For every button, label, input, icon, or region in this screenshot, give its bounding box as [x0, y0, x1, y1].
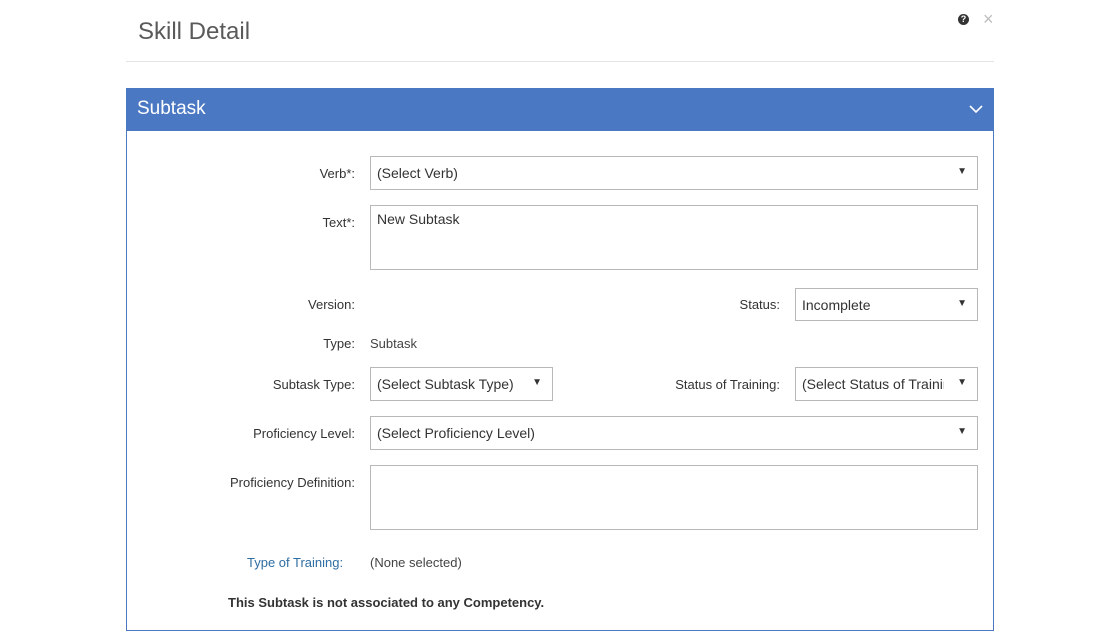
status-of-training-value: (Select Status of Training)	[802, 376, 944, 392]
title-divider	[126, 61, 994, 62]
status-label: Status:	[739, 297, 780, 312]
chevron-down-icon[interactable]	[968, 101, 984, 117]
type-value: Subtask	[370, 336, 417, 351]
verb-value: (Select Verb)	[377, 165, 458, 181]
proficiency-definition-label: Proficiency Definition:	[230, 475, 355, 490]
proficiency-definition-textarea[interactable]	[370, 465, 978, 530]
proficiency-level-label: Proficiency Level:	[253, 426, 355, 441]
subtask-type-select[interactable]: (Select Subtask Type) ▼	[370, 367, 553, 401]
text-textarea[interactable]: New Subtask	[370, 205, 978, 270]
status-value: Incomplete	[802, 297, 871, 313]
dropdown-arrow-icon: ▼	[532, 377, 542, 388]
proficiency-level-value: (Select Proficiency Level)	[377, 425, 535, 441]
type-label: Type:	[323, 336, 355, 351]
subtask-type-label: Subtask Type:	[272, 377, 355, 392]
verb-select[interactable]: (Select Verb) ▼	[370, 156, 978, 190]
status-of-training-select[interactable]: (Select Status of Training) ▼	[795, 367, 978, 401]
dropdown-arrow-icon: ▼	[957, 377, 967, 388]
competency-note: This Subtask is not associated to any Co…	[228, 595, 545, 610]
status-select[interactable]: Incomplete ▼	[795, 288, 978, 321]
dropdown-arrow-icon: ▼	[957, 298, 967, 309]
text-label: Text*:	[322, 215, 355, 230]
dropdown-arrow-icon: ▼	[957, 166, 967, 177]
panel-header[interactable]: Subtask	[126, 88, 994, 131]
help-icon[interactable]: ?	[958, 14, 969, 25]
verb-label: Verb*:	[319, 166, 355, 181]
text-value: New Subtask	[377, 211, 460, 227]
type-of-training-link[interactable]: Type of Training:	[247, 555, 343, 570]
proficiency-level-select[interactable]: (Select Proficiency Level) ▼	[370, 416, 978, 450]
status-of-training-label: Status of Training:	[675, 377, 780, 392]
dialog-title: Skill Detail	[138, 18, 251, 45]
subtask-type-value: (Select Subtask Type)	[377, 376, 514, 392]
dropdown-arrow-icon: ▼	[957, 426, 967, 437]
version-label: Version:	[308, 297, 355, 312]
panel-title: Subtask	[137, 98, 206, 119]
type-of-training-value: (None selected)	[370, 555, 462, 570]
close-icon[interactable]: ×	[983, 10, 994, 28]
